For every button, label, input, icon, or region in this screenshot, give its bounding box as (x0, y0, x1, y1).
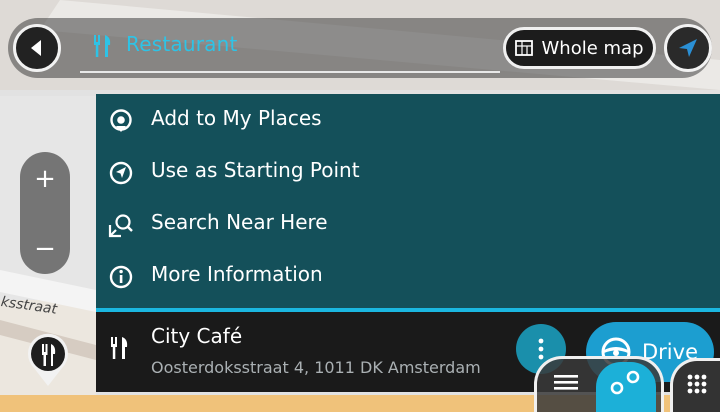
back-arrow-icon (31, 40, 41, 56)
search-query-text: Restaurant (126, 32, 238, 56)
menu-item-label: More Information (151, 262, 323, 286)
place-name: City Café (151, 324, 243, 348)
zoom-in-button[interactable]: + (20, 154, 70, 204)
place-pin-icon (110, 109, 132, 132)
main-menu-button[interactable] (552, 372, 580, 396)
menu-item-search-near-here[interactable]: Search Near Here (96, 198, 720, 250)
keypad-button[interactable] (670, 358, 720, 412)
navigation-screen: ksstraat Restaurant Whole map + − Add to… (0, 0, 720, 412)
search-near-icon (108, 214, 133, 238)
menu-item-use-as-starting-point[interactable]: Use as Starting Point (96, 146, 720, 198)
search-field[interactable]: Restaurant (80, 24, 500, 73)
place-address: Oosterdoksstraat 4, 1011 DK Amsterdam (151, 358, 481, 377)
whole-map-label: Whole map (541, 37, 644, 59)
map-icon (515, 40, 534, 56)
restaurant-icon (111, 337, 128, 359)
menu-item-label: Use as Starting Point (151, 158, 360, 182)
restaurant-pin-icon (28, 333, 68, 386)
restaurant-map-pin[interactable] (22, 332, 74, 392)
starting-point-icon (109, 161, 133, 185)
back-button[interactable] (13, 24, 61, 72)
hamburger-menu-icon (554, 375, 578, 390)
search-underline (80, 71, 500, 73)
keypad-icon (687, 374, 707, 394)
zoom-out-label: − (34, 234, 56, 264)
menu-item-more-information[interactable]: More Information (96, 250, 720, 302)
whole-map-button[interactable]: Whole map (503, 27, 656, 69)
zoom-out-button[interactable]: − (20, 224, 70, 274)
navigation-arrow-icon (679, 39, 697, 57)
zoom-in-label: + (34, 164, 56, 194)
info-icon (109, 265, 133, 289)
menu-item-label: Add to My Places (151, 106, 322, 130)
menu-item-label: Search Near Here (151, 210, 328, 234)
route-button[interactable] (596, 362, 656, 412)
restaurant-category-icon (94, 35, 111, 57)
more-vertical-icon (538, 338, 544, 360)
zoom-controls: + − (20, 152, 70, 274)
route-icon (610, 370, 640, 395)
menu-item-add-to-my-places[interactable]: Add to My Places (96, 94, 720, 146)
popup-menu: Add to My Places Use as Starting Point S… (96, 94, 720, 308)
current-location-button[interactable] (664, 24, 712, 72)
